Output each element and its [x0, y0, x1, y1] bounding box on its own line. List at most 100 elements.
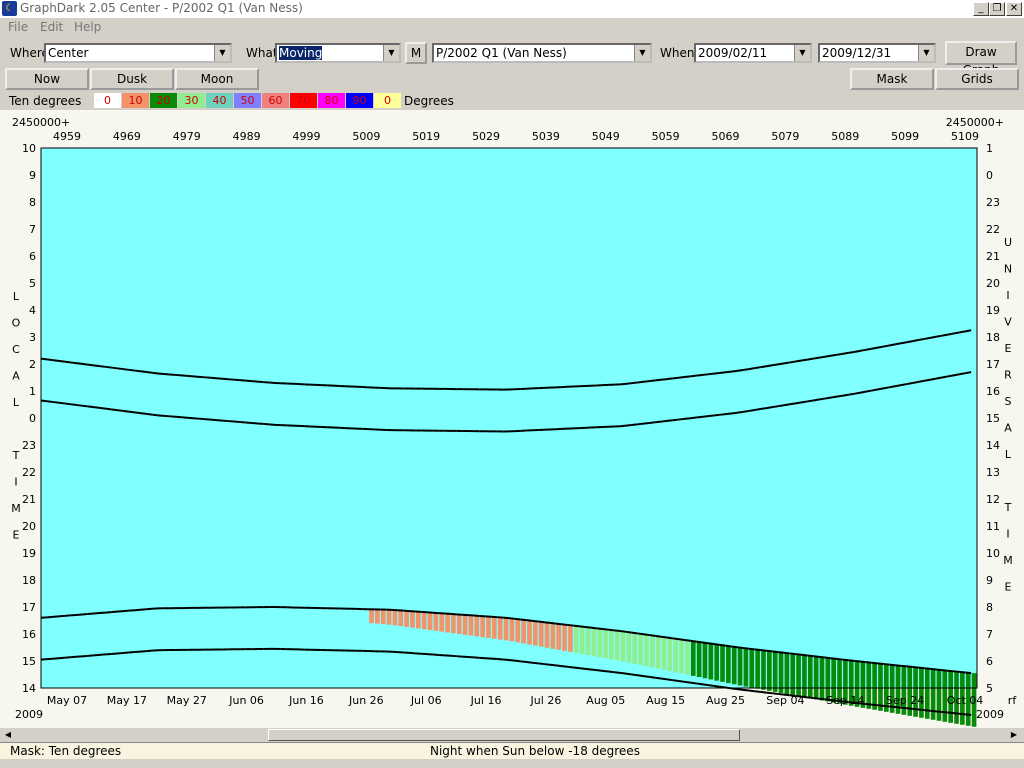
sunrise-line: [514, 659, 521, 663]
sunset-line: [52, 359, 59, 362]
jd-tick-label: 5069: [712, 130, 740, 143]
dawn-line: [620, 630, 627, 633]
jd-tick-label: 5049: [592, 130, 620, 143]
right-axis-title-letter: I: [1006, 528, 1009, 541]
chevron-down-icon[interactable]: ▼: [214, 45, 230, 61]
sunrise-line: [549, 663, 556, 667]
menu-edit[interactable]: Edit: [40, 20, 63, 34]
date-tick-label: Aug 25: [706, 694, 745, 707]
object-bar: [726, 645, 731, 684]
scroll-thumb[interactable]: [268, 729, 740, 741]
sunrise-line: [935, 710, 943, 713]
right-axis-title-letter: E: [1005, 342, 1012, 355]
sunrise-line: [508, 658, 515, 662]
jd-tick-label: 5109: [951, 130, 979, 143]
sunset-line: [134, 369, 141, 373]
right-hour-tick: 23: [986, 196, 1000, 209]
sunrise-line: [579, 667, 586, 670]
scroll-right-icon[interactable]: ▶: [1008, 729, 1020, 741]
sunset-line: [40, 357, 47, 361]
dusk-line: [631, 423, 638, 426]
object-bar: [585, 626, 591, 656]
sunset-line: [152, 371, 159, 375]
chevron-down-icon[interactable]: ▼: [794, 45, 810, 61]
object-bar: [521, 619, 526, 644]
sunrise-line: [696, 682, 703, 686]
dawn-line: [859, 660, 866, 664]
minimize-icon[interactable]: _: [973, 2, 989, 16]
left-hour-tick: 4: [29, 304, 36, 317]
dawn-line: [602, 628, 609, 631]
sunrise-line: [503, 658, 510, 661]
dusk-line: [713, 413, 720, 417]
restore-icon[interactable]: ❐: [989, 2, 1005, 16]
right-hour-tick: 16: [986, 385, 1000, 398]
mask-button[interactable]: Mask: [850, 68, 934, 90]
grids-button[interactable]: Grids: [935, 68, 1019, 90]
m-button[interactable]: M: [405, 42, 427, 64]
left-hour-tick: 18: [22, 574, 36, 587]
object-combo[interactable]: P/2002 Q1 (Van Ness) ▼: [432, 43, 652, 63]
sunrise-line: [912, 707, 919, 711]
sunrise-line: [590, 668, 597, 672]
dawn-line: [719, 643, 726, 647]
sunrise-line: [719, 685, 726, 689]
date-tick-label: Sep 14: [826, 694, 864, 707]
dawn-line: [701, 641, 709, 645]
scroll-left-icon[interactable]: ◀: [2, 729, 14, 741]
legend-swatch-4: 40: [206, 93, 233, 108]
dawn-line: [590, 626, 597, 630]
dusk-line: [655, 420, 662, 424]
object-bar: [661, 636, 667, 670]
sunrise-line: [871, 703, 878, 707]
moon-button[interactable]: Moon: [175, 68, 259, 90]
legend-swatch-0: 0: [94, 93, 121, 108]
what-combo[interactable]: Moving ▼: [275, 43, 401, 63]
dusk-button[interactable]: Dusk: [90, 68, 174, 90]
sunrise-line: [520, 660, 527, 664]
sunrise-line: [620, 671, 627, 675]
close-icon[interactable]: ✕: [1006, 2, 1022, 16]
object-bar: [410, 611, 415, 628]
start-date-combo[interactable]: 2009/02/11 ▼: [694, 43, 812, 63]
menu-help[interactable]: Help: [74, 20, 101, 34]
dusk-line: [748, 408, 755, 412]
sunset-line: [889, 343, 896, 347]
sunrise-line: [573, 666, 580, 670]
horizontal-scrollbar[interactable]: ◀ ▶: [0, 728, 1024, 742]
object-bar: [515, 618, 521, 643]
dawn-line: [713, 643, 720, 646]
object-bar: [556, 623, 562, 650]
draw-graph-button[interactable]: Draw Graph: [945, 41, 1017, 77]
dawn-line: [503, 616, 510, 620]
chevron-down-icon[interactable]: ▼: [634, 45, 650, 61]
sunrise-line: [526, 661, 533, 664]
sunrise-line: [807, 696, 814, 700]
now-button[interactable]: Now: [5, 68, 89, 90]
chevron-down-icon[interactable]: ▼: [918, 45, 934, 61]
date-tick-label: Aug 15: [646, 694, 685, 707]
dusk-line: [707, 414, 714, 418]
sunset-line: [625, 382, 632, 385]
where-combo[interactable]: Center ▼: [44, 43, 232, 63]
dusk-line: [701, 415, 709, 418]
left-hour-tick: 10: [22, 142, 36, 155]
sunset-line: [666, 377, 673, 381]
sunset-line: [912, 339, 919, 343]
where-value: Center: [48, 46, 89, 60]
object-bar: [486, 616, 491, 638]
object-bar: [380, 609, 386, 625]
object-bar: [802, 654, 807, 698]
end-date-combo[interactable]: 2009/12/31 ▼: [818, 43, 936, 63]
dawn-line: [889, 663, 896, 667]
date-tick-label: Jul 26: [530, 694, 562, 707]
object-bar: [702, 642, 708, 679]
menu-file[interactable]: File: [8, 20, 28, 34]
chevron-down-icon[interactable]: ▼: [383, 45, 399, 61]
status-night: Night when Sun below -18 degrees: [430, 744, 640, 758]
object-bar: [737, 647, 743, 686]
sunset-line: [649, 379, 656, 383]
sunrise-line: [947, 711, 954, 715]
dusk-line: [87, 405, 94, 409]
what-value: Moving: [279, 46, 323, 60]
